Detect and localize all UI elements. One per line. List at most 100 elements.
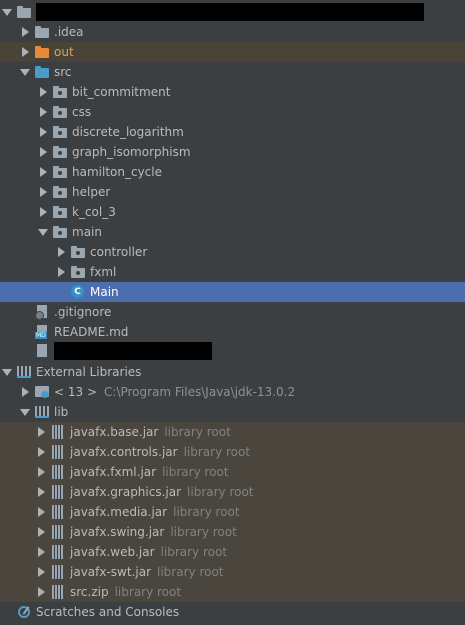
jar-icon [50, 504, 66, 520]
tree-item-idea[interactable]: .idea [0, 22, 465, 42]
tree-item-package[interactable]: controller [0, 242, 465, 262]
tree-item-readme[interactable]: README.md [0, 322, 465, 342]
collapse-arrow-icon[interactable] [18, 402, 32, 422]
tree-item-jar[interactable]: javafx-swt.jar library root [0, 562, 465, 582]
tree-item-package[interactable]: discrete_logarithm [0, 122, 465, 142]
expand-arrow-icon[interactable] [36, 142, 50, 162]
library-root-label: library root [164, 425, 231, 439]
tree-item-scratches[interactable]: Scratches and Consoles [0, 602, 465, 622]
zip-icon [50, 584, 66, 600]
collapse-arrow-icon[interactable] [36, 222, 50, 242]
tree-item-jar[interactable]: javafx.graphics.jar library root [0, 482, 465, 502]
jar-icon [50, 524, 66, 540]
tree-item-jar[interactable]: javafx.swing.jar library root [0, 522, 465, 542]
libraries-icon [16, 364, 32, 380]
scratches-icon [16, 604, 32, 620]
project-root-row[interactable] [0, 2, 465, 22]
expand-arrow-icon[interactable] [54, 242, 68, 262]
collapse-arrow-icon[interactable] [0, 362, 14, 382]
jar-icon [50, 544, 66, 560]
tree-item-gitignore[interactable]: .gitignore [0, 302, 465, 322]
library-root-label: library root [173, 505, 240, 519]
tree-item-main-class[interactable]: C Main [0, 282, 465, 302]
jdk-icon [34, 384, 50, 400]
package-icon [52, 84, 68, 100]
folder-icon [34, 24, 50, 40]
expand-arrow-icon[interactable] [34, 462, 48, 482]
tree-item-package[interactable]: graph_isomorphism [0, 142, 465, 162]
package-icon [52, 184, 68, 200]
expand-arrow-icon[interactable] [34, 522, 48, 542]
expand-arrow-icon[interactable] [18, 22, 32, 42]
library-root-label: library root [183, 445, 251, 459]
library-root-label: library root [170, 525, 237, 539]
library-root-label: library root [114, 585, 182, 599]
package-icon [52, 144, 68, 160]
package-icon [70, 244, 86, 260]
expand-arrow-icon[interactable] [34, 502, 48, 522]
expand-arrow-icon[interactable] [18, 42, 32, 62]
library-root-label: library root [160, 545, 228, 559]
jar-icon [50, 424, 66, 440]
package-icon [52, 224, 68, 240]
jdk-path: C:\Program Files\Java\jdk-13.0.2 [104, 385, 296, 399]
tree-item-package[interactable]: hamilton_cycle [0, 162, 465, 182]
expand-arrow-icon[interactable] [34, 442, 48, 462]
expand-arrow-icon[interactable] [54, 262, 68, 282]
tree-item-jar[interactable]: javafx.media.jar library root [0, 502, 465, 522]
tree-item-jar[interactable]: src.zip library root [0, 582, 465, 602]
collapse-arrow-icon[interactable] [0, 2, 14, 22]
tree-item-src[interactable]: src [0, 62, 465, 82]
package-icon [52, 204, 68, 220]
tree-item-jar[interactable]: javafx.base.jar library root [0, 422, 465, 442]
package-icon [70, 264, 86, 280]
tree-item-jar[interactable]: javafx.fxml.jar library root [0, 462, 465, 482]
expand-arrow-icon[interactable] [34, 422, 48, 442]
library-root-label: library root [162, 465, 229, 479]
file-icon [34, 343, 50, 359]
tree-item-jar[interactable]: javafx.web.jar library root [0, 542, 465, 562]
tree-item-jdk[interactable]: < 13 > C:\Program Files\Java\jdk-13.0.2 [0, 382, 465, 402]
expand-arrow-icon[interactable] [18, 382, 32, 402]
java-class-icon: C [70, 284, 86, 300]
tree-item-hidden-file[interactable] [0, 341, 465, 361]
project-folder-icon [16, 4, 32, 20]
library-root-label: library root [187, 485, 254, 499]
tree-item-package[interactable]: helper [0, 182, 465, 202]
package-icon [52, 104, 68, 120]
project-tree: .idea out src bit_commitment css discret… [0, 0, 465, 625]
gitignore-file-icon [34, 304, 50, 320]
expand-arrow-icon[interactable] [36, 182, 50, 202]
jar-icon [50, 444, 66, 460]
expand-arrow-icon[interactable] [36, 122, 50, 142]
library-root-label: library root [157, 565, 224, 579]
tree-item-package[interactable]: css [0, 102, 465, 122]
package-icon [52, 164, 68, 180]
tree-item-package[interactable]: fxml [0, 262, 465, 282]
tree-item-external-libraries[interactable]: External Libraries [0, 362, 465, 382]
collapse-arrow-icon[interactable] [18, 62, 32, 82]
expand-arrow-icon[interactable] [36, 82, 50, 102]
tree-item-jar[interactable]: javafx.controls.jar library root [0, 442, 465, 462]
expand-arrow-icon[interactable] [34, 482, 48, 502]
tree-item-package[interactable]: bit_commitment [0, 82, 465, 102]
tree-item-main[interactable]: main [0, 222, 465, 242]
jar-icon [50, 484, 66, 500]
tree-item-out[interactable]: out [0, 42, 465, 62]
tree-item-package[interactable]: k_col_3 [0, 202, 465, 222]
jar-icon [50, 464, 66, 480]
expand-arrow-icon[interactable] [34, 582, 48, 602]
library-icon [34, 404, 50, 420]
expand-arrow-icon[interactable] [36, 202, 50, 222]
jar-icon [50, 564, 66, 580]
expand-arrow-icon[interactable] [34, 542, 48, 562]
redacted-file-name [54, 342, 212, 360]
expand-arrow-icon[interactable] [34, 562, 48, 582]
source-folder-icon [34, 64, 50, 80]
excluded-folder-icon [34, 44, 50, 60]
markdown-file-icon [34, 324, 50, 340]
expand-arrow-icon[interactable] [36, 102, 50, 122]
expand-arrow-icon[interactable] [36, 162, 50, 182]
tree-item-lib[interactable]: lib [0, 402, 465, 422]
package-icon [52, 124, 68, 140]
